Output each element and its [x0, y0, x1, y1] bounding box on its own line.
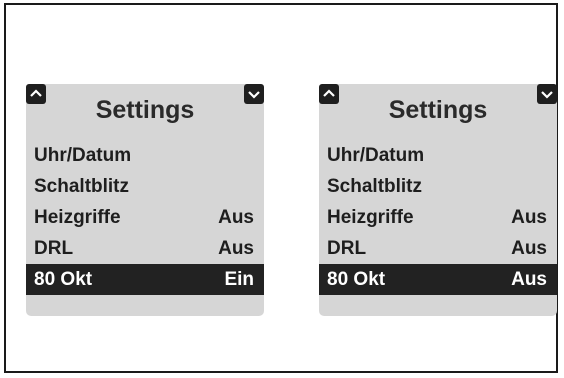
- menu-item-value: Aus: [511, 269, 547, 290]
- menu-item-label: Heizgriffe: [327, 207, 414, 228]
- settings-screen-right: Settings Uhr/Datum Schaltblitz Heizgriff…: [319, 84, 557, 316]
- menu-item-80-okt[interactable]: 80 Okt Aus: [319, 264, 557, 295]
- screen-title: Settings: [388, 96, 488, 124]
- menu-item-uhr-datum[interactable]: Uhr/Datum: [26, 140, 264, 171]
- screen-title: Settings: [95, 96, 195, 124]
- settings-screen-left: Settings Uhr/Datum Schaltblitz Heizgriff…: [26, 84, 264, 316]
- menu-item-schaltblitz[interactable]: Schaltblitz: [26, 171, 264, 202]
- menu-item-drl[interactable]: DRL Aus: [26, 233, 264, 264]
- settings-list: Uhr/Datum Schaltblitz Heizgriffe Aus DRL…: [319, 140, 557, 295]
- menu-item-uhr-datum[interactable]: Uhr/Datum: [319, 140, 557, 171]
- chevron-down-icon[interactable]: [537, 84, 557, 104]
- menu-item-schaltblitz[interactable]: Schaltblitz: [319, 171, 557, 202]
- menu-item-heizgriffe[interactable]: Heizgriffe Aus: [319, 202, 557, 233]
- menu-item-label: Uhr/Datum: [327, 145, 425, 166]
- menu-item-label: 80 Okt: [327, 269, 386, 290]
- menu-item-label: DRL: [327, 238, 367, 259]
- menu-item-value: Aus: [218, 238, 254, 259]
- menu-item-value: Ein: [224, 269, 254, 290]
- menu-item-drl[interactable]: DRL Aus: [319, 233, 557, 264]
- menu-item-label: Heizgriffe: [34, 207, 121, 228]
- menu-item-80-okt[interactable]: 80 Okt Ein: [26, 264, 264, 295]
- menu-item-value: Aus: [218, 207, 254, 228]
- figure-frame: Settings Uhr/Datum Schaltblitz Heizgriff…: [4, 3, 558, 373]
- menu-item-value: Aus: [511, 207, 547, 228]
- settings-list: Uhr/Datum Schaltblitz Heizgriffe Aus DRL…: [26, 140, 264, 295]
- chevron-down-icon[interactable]: [244, 84, 264, 104]
- menu-item-label: Schaltblitz: [327, 176, 423, 197]
- menu-item-label: 80 Okt: [34, 269, 93, 290]
- menu-item-label: Uhr/Datum: [34, 145, 132, 166]
- menu-item-label: DRL: [34, 238, 74, 259]
- menu-item-value: Aus: [511, 238, 547, 259]
- menu-item-label: Schaltblitz: [34, 176, 130, 197]
- menu-item-heizgriffe[interactable]: Heizgriffe Aus: [26, 202, 264, 233]
